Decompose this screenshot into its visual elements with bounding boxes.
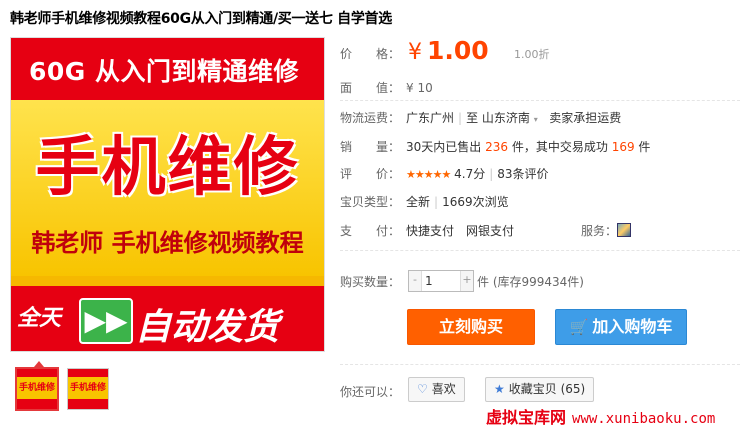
item-condition: 全新 xyxy=(406,195,431,209)
banner-bottom: 全天 ▶▶ 自动发货 xyxy=(11,286,324,351)
quantity-decrease-button[interactable]: - xyxy=(409,271,422,291)
banner-top: 60G 从入门到精通维修 xyxy=(11,38,324,100)
rating-label: 评 价： xyxy=(340,167,401,181)
face-value-label: 面 值： xyxy=(340,81,401,95)
banner-main-text: 手机维修 xyxy=(35,131,300,205)
favorite-button[interactable]: ★ 收藏宝贝 (65) xyxy=(485,377,595,402)
cart-icon: 🛒 xyxy=(569,318,589,336)
payment-label: 支 付： xyxy=(340,224,401,238)
payment-methods: 快捷支付 网银支付 xyxy=(406,224,515,238)
thumbnail-1[interactable]: 手机维修 xyxy=(15,367,59,411)
like-label: 喜欢 xyxy=(431,382,456,396)
quantity-row: 购买数量： xyxy=(340,273,406,290)
shipping-note: 卖家承担运费 xyxy=(549,111,622,125)
star-icon: ★ xyxy=(494,382,505,396)
rating-row: 评 价： ★★★★★ 4.7分 | 83条评价 xyxy=(340,167,549,181)
chevron-down-icon: ▾ xyxy=(533,115,538,124)
quantity-stepper[interactable]: - 1 + xyxy=(408,270,474,292)
ship-to-prefix: 至 xyxy=(466,111,479,125)
sales-suffix: 件 xyxy=(638,140,651,154)
banner-auto-delivery-text: 自动发货 xyxy=(135,307,280,348)
success-count: 169 xyxy=(611,140,635,154)
face-value: ¥ 10 xyxy=(406,81,433,95)
like-button[interactable]: ♡ 喜欢 xyxy=(408,377,465,402)
sales-prefix: 30天内已售出 xyxy=(406,140,482,154)
shipping-row: 物流运费： 广东广州 | 至 山东济南 ▾ 卖家承担运费 xyxy=(340,111,622,125)
face-value-row: 面 值： ¥ 10 xyxy=(340,79,433,96)
watermark-url: www.xunibaoku.com xyxy=(572,411,716,427)
thumbnail-2[interactable]: 手机维修 xyxy=(67,368,109,410)
quantity-increase-button[interactable]: + xyxy=(460,271,473,291)
price-row: 价 格： xyxy=(340,45,406,62)
product-title: 韩老师手机维修视频教程60G从入门到精通/买一送七 自学首选 xyxy=(10,11,392,27)
quantity-input[interactable]: 1 xyxy=(423,271,461,291)
divider xyxy=(340,364,740,365)
rating-stars-icon: ★★★★★ xyxy=(406,168,451,181)
share-label: 你还可以： xyxy=(340,385,401,399)
price-discount: 1.00折 xyxy=(514,48,550,61)
price-label: 价 格： xyxy=(340,47,401,61)
play-icon: ▶▶ xyxy=(79,298,133,344)
thumbnail-label: 手机维修 xyxy=(17,377,57,399)
stock-info: 件 (库存999434件) xyxy=(477,275,584,289)
reviews-link[interactable]: 83条评价 xyxy=(497,167,548,181)
main-product-image[interactable]: 60G 从入门到精通维修 手机维修 韩老师 手机维修视频教程 全天 ▶▶ 自动发… xyxy=(10,37,325,352)
item-type-row: 宝贝类型： 全新 | 1669次浏览 xyxy=(340,195,509,209)
ship-from: 广东广州 xyxy=(406,111,455,125)
service-badge-icon[interactable] xyxy=(617,223,632,237)
rating-score: 4.7分 xyxy=(454,167,486,181)
currency-symbol: ¥ xyxy=(408,40,422,65)
favorite-label: 收藏宝贝 (65) xyxy=(508,382,586,396)
view-count: 1669次浏览 xyxy=(442,195,509,209)
ship-to-select[interactable]: 山东济南 ▾ xyxy=(482,111,538,125)
add-to-cart-button[interactable]: 🛒 加入购物车 xyxy=(555,309,687,345)
heart-icon: ♡ xyxy=(417,382,428,396)
sales-row: 销 量： 30天内已售出 236 件，其中交易成功 169 件 xyxy=(340,138,650,155)
shipping-label: 物流运费： xyxy=(340,111,401,125)
item-type-label: 宝贝类型： xyxy=(340,195,401,209)
quantity-label: 购买数量： xyxy=(340,275,401,289)
banner-allday-text: 全天 xyxy=(17,306,62,331)
price-value: 1.00 xyxy=(427,36,489,65)
service-group: 服务： xyxy=(581,222,632,239)
ship-to-city: 山东济南 xyxy=(481,111,530,125)
thumbnail-label: 手机维修 xyxy=(68,377,108,399)
banner-top-text: 60G 从入门到精通维修 xyxy=(29,57,300,86)
watermark-text: 虚拟宝库网 xyxy=(486,408,567,427)
divider xyxy=(340,100,740,101)
sales-mid: 件，其中交易成功 xyxy=(511,140,608,154)
play-glyph: ▶▶ xyxy=(84,304,128,337)
buy-now-button[interactable]: 立刻购买 xyxy=(407,309,535,345)
add-to-cart-label: 加入购物车 xyxy=(592,317,673,336)
service-label: 服务： xyxy=(581,224,618,238)
watermark: 虚拟宝库网 www.xunibaoku.com xyxy=(486,404,715,428)
banner-sub-text: 韩老师 手机维修视频教程 xyxy=(31,229,304,257)
divider xyxy=(340,250,740,251)
payment-row: 支 付： 快捷支付 网银支付 xyxy=(340,222,514,239)
sales-label: 销 量： xyxy=(340,140,401,154)
sold-count: 236 xyxy=(485,140,509,154)
